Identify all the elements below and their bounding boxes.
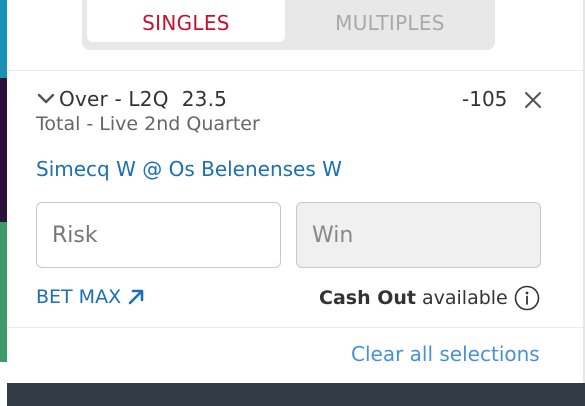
risk-placeholder: Risk: [52, 222, 98, 248]
selection-header[interactable]: Over - L2Q 23.5: [36, 86, 227, 112]
background-strip-segment: [0, 80, 7, 220]
clear-all-selections-link[interactable]: Clear all selections: [351, 342, 540, 366]
bet-max-button[interactable]: BET MAX: [36, 286, 145, 308]
market-name: Total - Live 2nd Quarter: [36, 113, 260, 135]
info-icon[interactable]: [514, 285, 540, 311]
event-link[interactable]: Simecq W @ Os Belenenses W: [36, 157, 342, 181]
cash-out-label: Cash Out: [319, 287, 416, 309]
tab-singles[interactable]: SINGLES: [87, 0, 285, 42]
divider: [7, 70, 583, 71]
close-icon[interactable]: [524, 91, 542, 109]
win-placeholder: Win: [312, 222, 354, 248]
chevron-down-icon[interactable]: [36, 89, 56, 109]
arrow-up-right-icon: [128, 289, 144, 305]
betslip-panel: SINGLES MULTIPLES Over - L2Q 23.5 -105 T…: [7, 0, 583, 385]
cash-out-available: available: [421, 287, 508, 309]
win-input[interactable]: Win: [296, 202, 541, 268]
divider: [7, 327, 583, 328]
tab-multiples[interactable]: MULTIPLES: [289, 0, 491, 42]
footer-bar: [7, 383, 585, 406]
bet-max-label: BET MAX: [36, 286, 122, 308]
betslip-tabs: SINGLES MULTIPLES: [82, 0, 495, 50]
background-strip-segment: [0, 0, 7, 78]
background-strip-segment: [0, 362, 7, 406]
risk-input[interactable]: Risk: [36, 202, 281, 268]
cash-out-status: Cash Out available: [319, 285, 540, 311]
background-page-strip: [0, 0, 7, 406]
selection-odds: -105: [462, 87, 508, 111]
background-strip-segment: [0, 222, 7, 362]
selection-name: Over - L2Q 23.5: [59, 87, 228, 111]
